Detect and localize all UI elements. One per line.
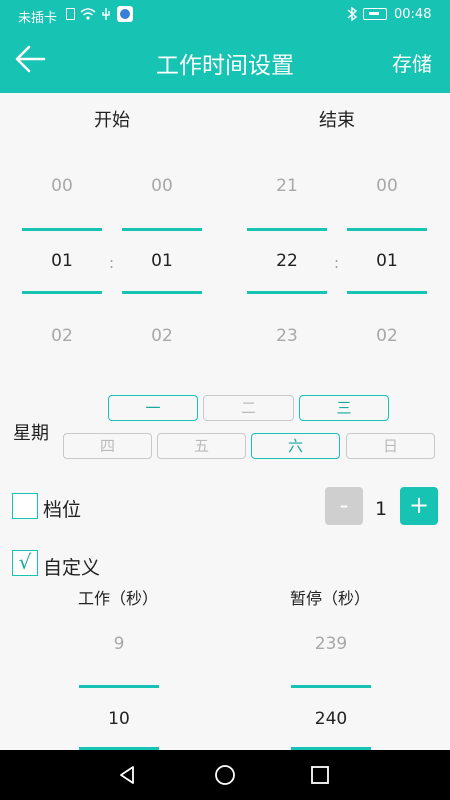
gear-value: 1 [374, 498, 388, 520]
end-minute-prev[interactable]: 00 [347, 176, 427, 196]
system-nav-bar [0, 750, 450, 800]
decrease-button[interactable]: - [325, 487, 363, 525]
weekday-tue[interactable]: 二 [203, 395, 294, 421]
start-label: 开始 [94, 110, 130, 131]
wifi-icon [80, 8, 96, 20]
weekday-sun[interactable]: 日 [346, 433, 435, 459]
end-separator: : [334, 254, 340, 272]
page-title: 工作时间设置 [156, 53, 294, 79]
bluetooth-icon [347, 6, 358, 22]
sim-icon [66, 8, 75, 20]
start-hour-prev[interactable]: 00 [22, 176, 102, 196]
end-minute-value[interactable]: 01 [347, 251, 427, 271]
save-button[interactable]: 存储 [392, 48, 432, 77]
end-hour-value[interactable]: 22 [247, 251, 327, 271]
weekday-sat[interactable]: 六 [251, 433, 340, 459]
end-label: 结束 [319, 110, 355, 131]
gear-label: 档位 [43, 499, 82, 521]
pause-label: 暂停（秒） [289, 589, 370, 608]
end-hour-next[interactable]: 23 [247, 326, 327, 346]
custom-checkbox[interactable]: √ [12, 550, 38, 576]
picker-divider [347, 291, 427, 294]
end-hour-prev[interactable]: 21 [247, 176, 327, 196]
picker-divider [347, 228, 427, 231]
weekday-fri[interactable]: 五 [157, 433, 246, 459]
app-header: 未插卡 00:48 工作时间设置 存储 [0, 0, 450, 93]
custom-label: 自定义 [43, 557, 101, 579]
increase-button[interactable]: + [400, 487, 438, 525]
picker-divider [22, 291, 102, 294]
start-minute-next[interactable]: 02 [122, 326, 202, 346]
carrier-text: 未插卡 [18, 11, 58, 26]
nav-recents-icon[interactable] [310, 765, 330, 785]
work-label: 工作（秒） [77, 589, 158, 608]
weekday-mon[interactable]: 一 [108, 395, 198, 421]
pause-prev[interactable]: 239 [291, 634, 371, 654]
picker-divider [291, 685, 371, 688]
picker-divider [79, 685, 159, 688]
usb-icon [102, 8, 110, 20]
work-prev[interactable]: 9 [79, 634, 159, 654]
battery-icon [363, 8, 387, 20]
picker-divider [122, 228, 202, 231]
nav-back-icon[interactable] [116, 764, 138, 786]
picker-divider [22, 228, 102, 231]
gear-checkbox[interactable] [12, 493, 38, 519]
picker-divider [247, 228, 327, 231]
start-minute-value[interactable]: 01 [122, 251, 202, 271]
work-value[interactable]: 10 [79, 709, 159, 729]
end-minute-next[interactable]: 02 [347, 326, 427, 346]
start-hour-value[interactable]: 01 [22, 251, 102, 271]
pause-value[interactable]: 240 [291, 709, 371, 729]
weekday-wed[interactable]: 三 [299, 395, 389, 421]
start-hour-next[interactable]: 02 [22, 326, 102, 346]
start-separator: : [109, 254, 115, 272]
nav-home-icon[interactable] [214, 764, 236, 786]
start-minute-prev[interactable]: 00 [122, 176, 202, 196]
picker-divider [122, 291, 202, 294]
clock-text: 00:48 [394, 7, 432, 22]
weekday-thu[interactable]: 四 [63, 433, 152, 459]
app-notification-icon [117, 6, 133, 22]
weekday-label: 星期 [13, 423, 49, 444]
picker-divider [247, 291, 327, 294]
